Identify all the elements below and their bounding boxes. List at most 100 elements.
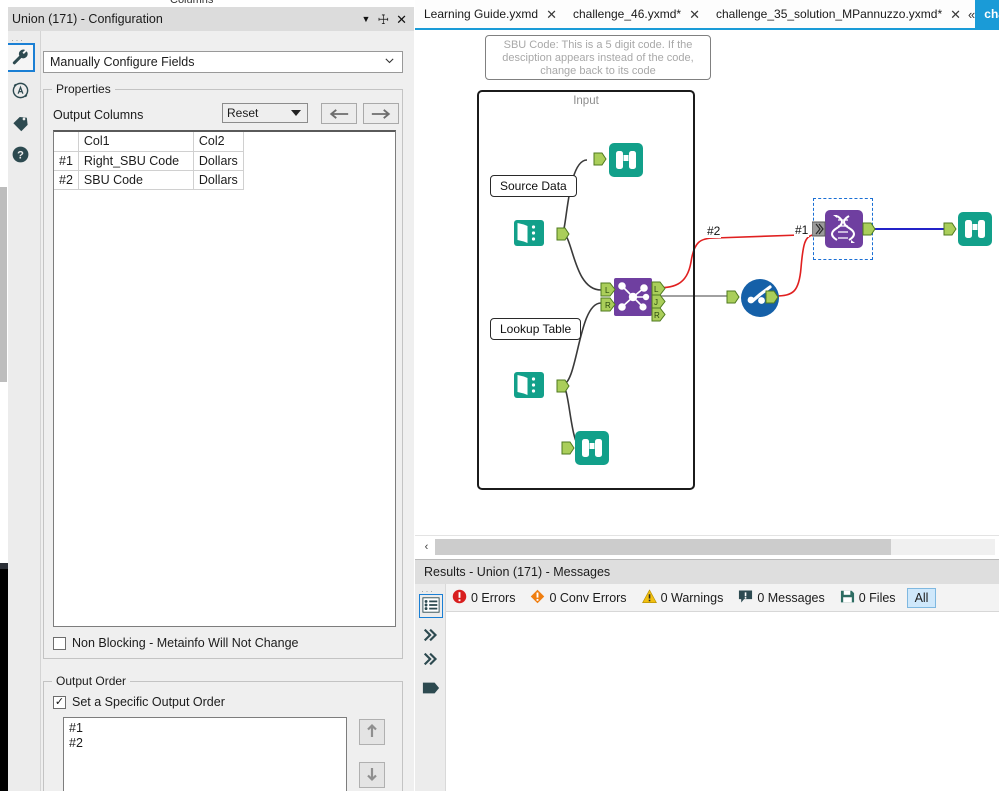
rail-item-annotation[interactable]: [6, 76, 35, 105]
tool-input-data-source[interactable]: [510, 214, 548, 252]
output-columns-grid[interactable]: Col1 Col2 #1 Right_SBU Code Dollars #2 S…: [53, 130, 396, 627]
canvas-comment-box[interactable]: SBU Code: This is a 5 digit code. If the…: [485, 35, 711, 80]
close-icon[interactable]: ✕: [689, 8, 700, 21]
move-up-button[interactable]: [359, 719, 385, 745]
arrow-down-icon: [366, 766, 378, 785]
reset-select[interactable]: Reset: [222, 103, 308, 123]
label-source-data[interactable]: Source Data: [490, 175, 577, 197]
tool-browse-output[interactable]: [956, 210, 994, 248]
scroll-left-chevron-icon[interactable]: ‹: [418, 539, 435, 555]
canvas-horizontal-scrollbar[interactable]: ‹: [415, 535, 999, 557]
svg-text:R: R: [605, 301, 611, 310]
tag-icon: [11, 113, 30, 132]
connection-cleanse-to-union-1: [775, 235, 813, 296]
tool-union[interactable]: [825, 210, 863, 248]
arrow-left-icon: [328, 108, 350, 120]
results-message-list[interactable]: [446, 612, 999, 791]
tab-label: challenge_46.yxmd*: [573, 7, 681, 21]
svg-text:R: R: [654, 311, 660, 320]
results-errors-label: 0 Errors: [471, 591, 515, 605]
results-warnings-filter[interactable]: 0 Warnings: [636, 589, 733, 607]
results-messages-filter[interactable]: 0 Messages: [732, 589, 833, 607]
tab-challenge-35-active[interactable]: challenge_35_: [975, 0, 999, 28]
scrollbar-thumb[interactable]: [435, 539, 891, 555]
close-icon[interactable]: ✕: [546, 8, 557, 21]
configure-mode-select[interactable]: Manually Configure Fields: [43, 51, 403, 73]
row-number: #1: [54, 151, 78, 170]
panel-window-buttons: ▼ ☩ ✕: [362, 7, 407, 31]
results-files-filter[interactable]: 0 Files: [834, 589, 905, 607]
results-errors-filter[interactable]: 0 Errors: [446, 589, 524, 607]
rail-item-help[interactable]: ?: [6, 140, 35, 169]
move-left-button[interactable]: [321, 103, 357, 124]
row-col2-value[interactable]: Dollars: [193, 151, 243, 170]
panel-close-icon[interactable]: ✕: [396, 13, 407, 26]
port-in-union: [812, 221, 826, 237]
tool-join[interactable]: [614, 278, 652, 316]
outer-left-scrollbar[interactable]: [0, 7, 8, 791]
save-icon: [840, 589, 855, 607]
port-in-join-left: L: [600, 282, 616, 297]
tab-label: Learning Guide.yxmd: [424, 7, 538, 21]
row-col1-value[interactable]: SBU Code: [78, 170, 193, 189]
port-in-browse-bottom: [561, 440, 575, 456]
scrollbar-track[interactable]: [435, 539, 995, 555]
port-in-browse-output: [943, 221, 957, 237]
tab-challenge-46[interactable]: challenge_46.yxmd* ✕: [564, 0, 707, 28]
non-blocking-checkbox[interactable]: [53, 637, 66, 650]
port-in-cleanse: [726, 289, 740, 305]
tool-input-data-lookup[interactable]: [510, 366, 548, 404]
tab-challenge-35-solution[interactable]: challenge_35_solution_MPannuzzo.yxmd* ✕: [707, 0, 968, 28]
non-blocking-label: Non Blocking - Metainfo Will Not Change: [72, 636, 299, 650]
svg-text:L: L: [605, 286, 610, 295]
wrench-icon: [11, 48, 30, 67]
tool-container-label: Input: [479, 95, 693, 107]
tab-label: challenge_35_solution_MPannuzzo.yxmd*: [716, 7, 942, 21]
messages-list-icon: [422, 596, 440, 617]
output-order-list[interactable]: #1 #2: [63, 717, 347, 791]
configure-mode-value: Manually Configure Fields: [50, 55, 195, 69]
port-out-input-lookup: [556, 378, 570, 394]
results-next-button[interactable]: [419, 648, 443, 672]
results-filter-all-button[interactable]: All: [907, 588, 937, 608]
move-down-button[interactable]: [359, 762, 385, 788]
results-messages-list-button[interactable]: [419, 594, 443, 618]
results-pane: Results - Union (171) - Messages ···: [415, 559, 999, 791]
port-out-cleanse: [765, 289, 779, 305]
warning-icon: [642, 589, 657, 607]
table-row[interactable]: #2 SBU Code Dollars: [54, 170, 243, 189]
list-item[interactable]: #1: [69, 721, 341, 736]
workflow-canvas[interactable]: SBU Code: This is a 5 digit code. If the…: [415, 30, 999, 535]
rail-item-configuration[interactable]: [6, 43, 35, 72]
results-next-all-button[interactable]: [419, 624, 443, 648]
label-lookup-table[interactable]: Lookup Table: [490, 318, 581, 340]
panel-pin-icon[interactable]: ☩: [377, 13, 389, 26]
results-flag-button[interactable]: [419, 677, 443, 701]
rail-item-label[interactable]: [6, 108, 35, 137]
set-specific-order-checkbox[interactable]: ✓: [53, 696, 66, 709]
set-specific-order-row[interactable]: ✓ Set a Specific Output Order: [53, 695, 225, 709]
close-icon[interactable]: ✕: [950, 8, 961, 21]
tab-overflow-chevron-icon[interactable]: «: [968, 0, 975, 28]
row-col1-value[interactable]: Right_SBU Code: [78, 151, 193, 170]
help-icon: ?: [11, 145, 30, 164]
results-warnings-label: 0 Warnings: [661, 591, 724, 605]
reset-select-value: Reset: [227, 106, 258, 120]
list-item[interactable]: #2: [69, 736, 341, 751]
set-specific-order-label: Set a Specific Output Order: [72, 695, 225, 709]
properties-legend: Properties: [52, 82, 115, 96]
results-conv-errors-filter[interactable]: 0 Conv Errors: [524, 589, 635, 607]
tool-browse-bottom[interactable]: [573, 429, 611, 467]
non-blocking-checkbox-row[interactable]: Non Blocking - Metainfo Will Not Change: [53, 636, 299, 650]
port-in-browse-top: [593, 151, 607, 167]
results-title: Results - Union (171) - Messages: [424, 565, 610, 579]
row-col2-value[interactable]: Dollars: [193, 170, 243, 189]
next-icon: [422, 650, 440, 671]
table-row[interactable]: #1 Right_SBU Code Dollars: [54, 151, 243, 170]
tag-flag-icon: [422, 680, 440, 699]
move-right-button[interactable]: [363, 103, 399, 124]
scrollbar-thumb[interactable]: [0, 187, 7, 382]
tool-browse-top[interactable]: [607, 141, 645, 179]
panel-dropdown-caret-icon[interactable]: ▼: [362, 15, 371, 24]
tab-learning-guide[interactable]: Learning Guide.yxmd ✕: [415, 0, 564, 28]
